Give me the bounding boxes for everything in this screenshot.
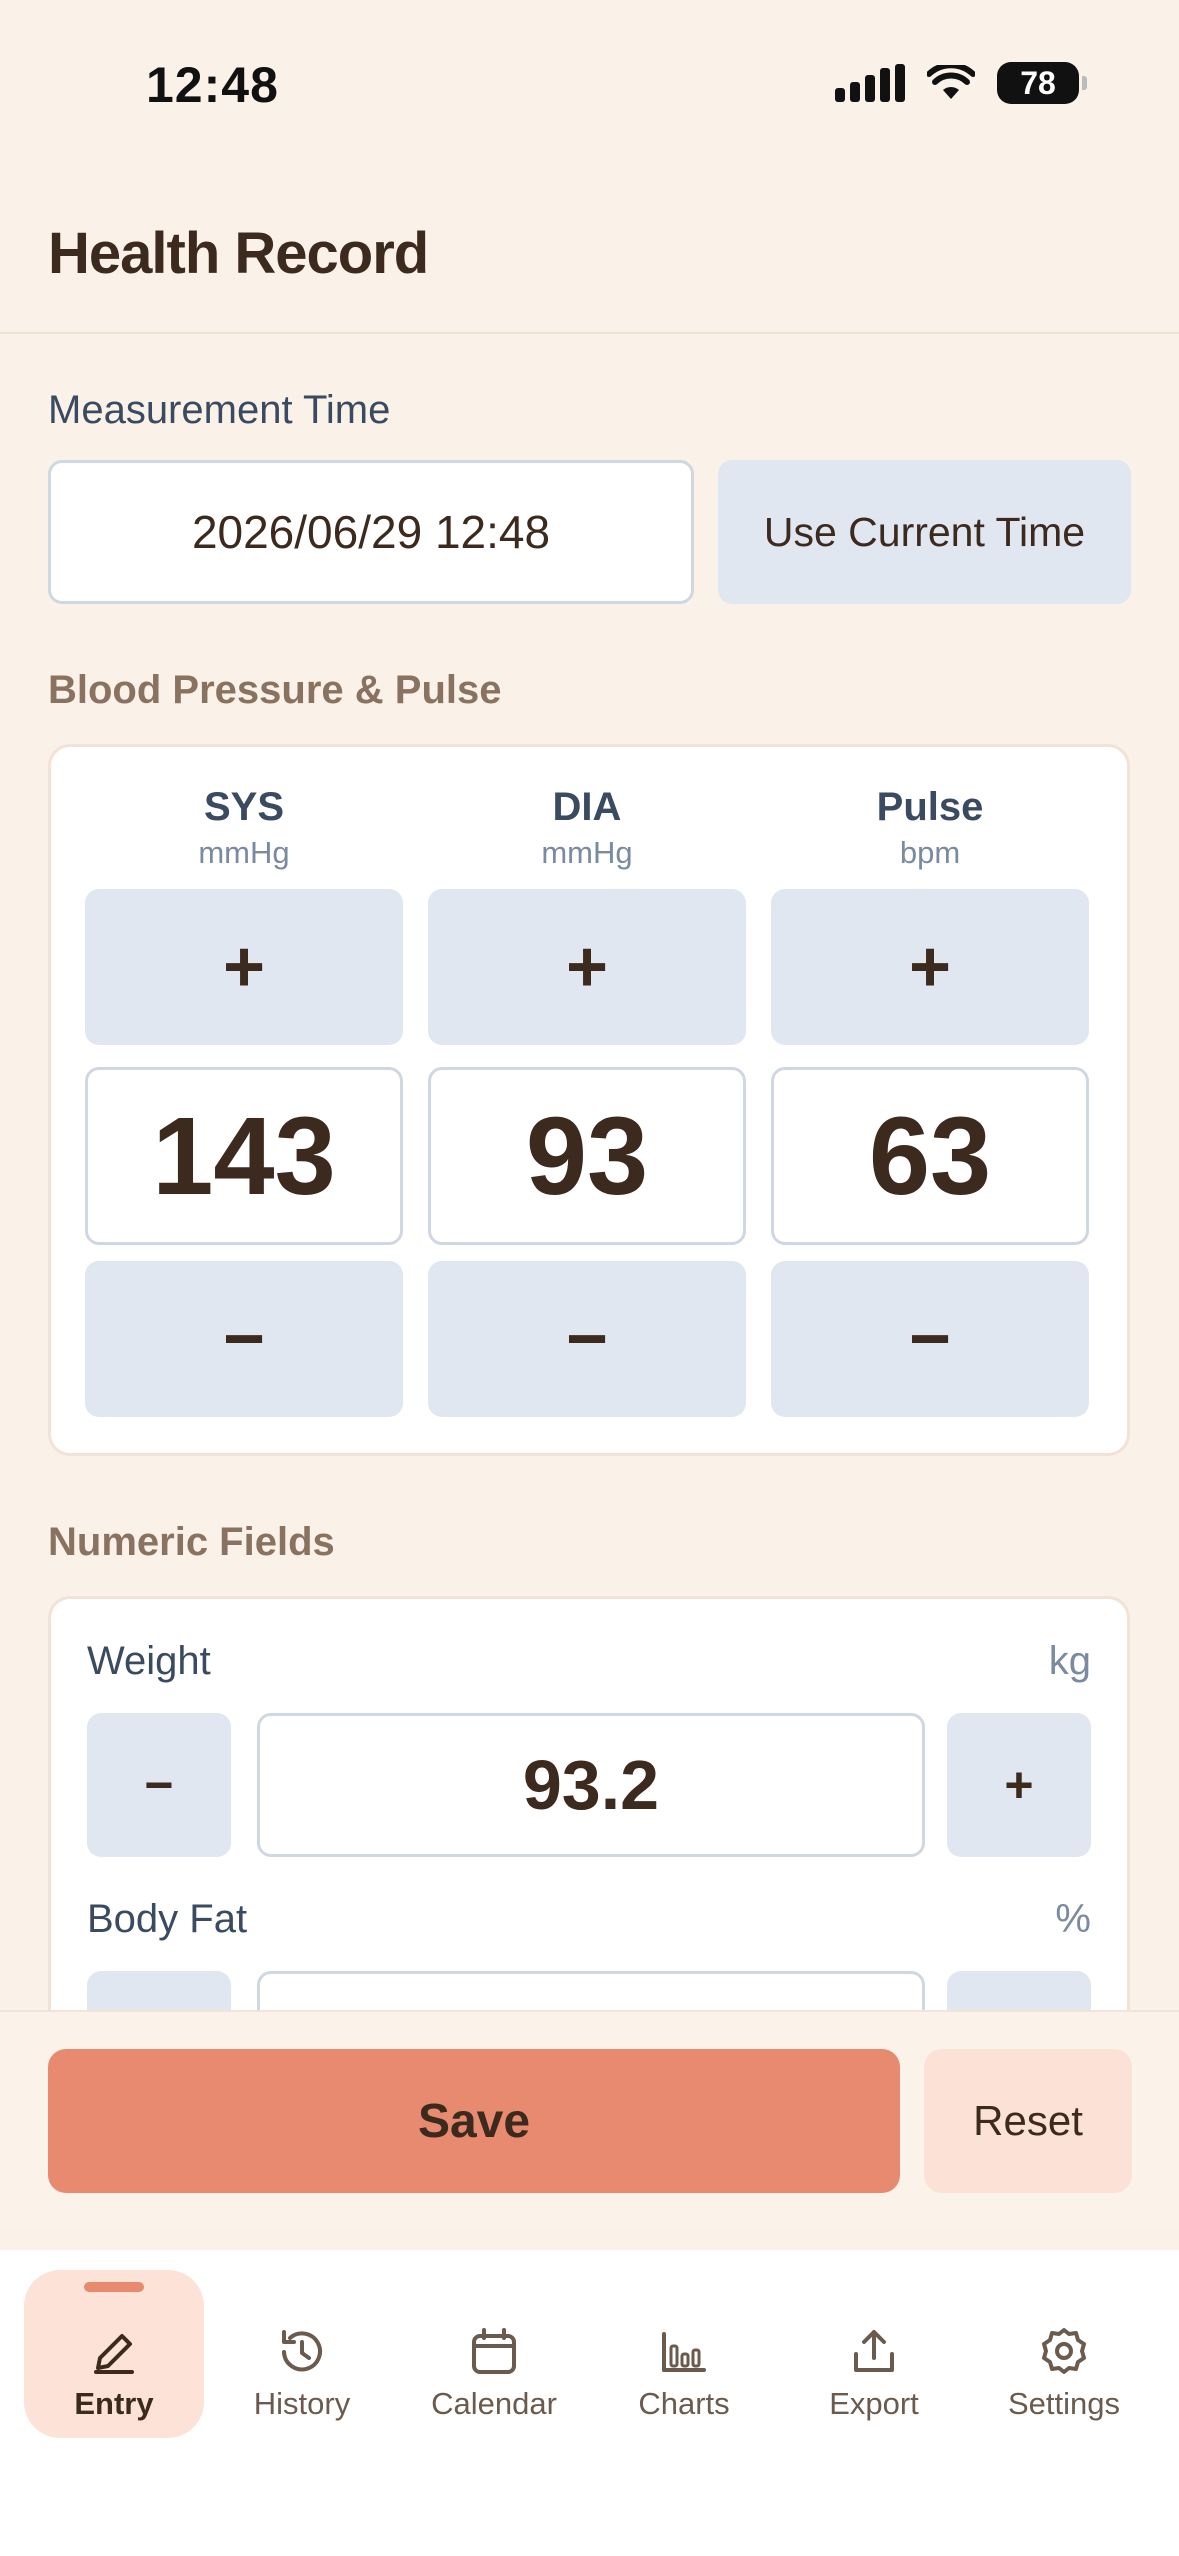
tab-calendar[interactable]: Calendar <box>404 2270 584 2438</box>
header: Health Record <box>0 180 1179 334</box>
pulse-label: Pulse <box>876 785 984 829</box>
gear-icon <box>1042 2328 1086 2374</box>
wifi-icon <box>927 65 975 99</box>
tab-charts-label: Charts <box>638 2386 730 2421</box>
page-title: Health Record <box>48 221 429 286</box>
tab-calendar-label: Calendar <box>431 2386 557 2421</box>
weight-decrement-button[interactable]: − <box>87 1713 231 1857</box>
save-button[interactable]: Save <box>48 2049 900 2193</box>
status-icons: 78 <box>835 62 1087 104</box>
tab-settings[interactable]: Settings <box>974 2270 1154 2438</box>
pencil-icon <box>94 2334 134 2374</box>
tab-entry-label: Entry <box>74 2386 154 2421</box>
tab-entry[interactable]: Entry <box>24 2270 204 2438</box>
body-fat-label: Body Fat <box>87 1897 248 1941</box>
weight-label: Weight <box>87 1639 211 1683</box>
blood-pressure-section-label: Blood Pressure & Pulse <box>48 668 502 712</box>
sys-value-input[interactable]: 143 <box>85 1067 403 1245</box>
dia-decrement-button[interactable]: − <box>428 1261 746 1417</box>
dia-increment-button[interactable]: + <box>428 889 746 1045</box>
calendar-icon <box>472 2328 516 2374</box>
pulse-decrement-button[interactable]: − <box>771 1261 1089 1417</box>
signal-icon <box>835 64 905 102</box>
tab-history-label: History <box>253 2386 351 2421</box>
tab-history[interactable]: History <box>212 2270 392 2438</box>
sys-unit: mmHg <box>198 835 290 870</box>
pulse-unit: bpm <box>899 835 961 870</box>
battery-icon: 78 <box>997 62 1087 104</box>
status-time: 12:48 <box>146 57 279 113</box>
status-bar: 12:48 78 <box>0 0 1179 180</box>
pulse-increment-button[interactable]: + <box>771 889 1089 1045</box>
numeric-fields-section-label: Numeric Fields <box>48 1520 335 1564</box>
pulse-value-input[interactable]: 63 <box>771 1067 1089 1245</box>
sys-decrement-button[interactable]: − <box>85 1261 403 1417</box>
chart-icon <box>662 2332 706 2372</box>
tab-export[interactable]: Export <box>784 2270 964 2438</box>
tab-charts[interactable]: Charts <box>594 2270 774 2438</box>
sys-label: SYS <box>203 785 285 829</box>
blood-pressure-card: SYS mmHg + 143 − DIA mmHg + 93 − Pulse b… <box>48 744 1130 1456</box>
sys-increment-button[interactable]: + <box>85 889 403 1045</box>
dia-unit: mmHg <box>541 835 633 870</box>
active-tab-indicator <box>84 2282 144 2292</box>
weight-unit: kg <box>1048 1639 1091 1683</box>
measurement-time-input[interactable]: 2026/06/29 12:48 <box>48 460 694 604</box>
tab-export-label: Export <box>829 2386 919 2421</box>
history-icon <box>282 2330 322 2372</box>
measurement-time-label: Measurement Time <box>48 388 391 432</box>
dia-value-input[interactable]: 93 <box>428 1067 746 1245</box>
weight-input[interactable]: 93.2 <box>257 1713 925 1857</box>
reset-button[interactable]: Reset <box>924 2049 1132 2193</box>
action-bar: Save Reset <box>0 2010 1179 2228</box>
use-current-time-button[interactable]: Use Current Time <box>718 460 1131 604</box>
app-screen: 12:48 78 Health Record Measurement Time … <box>0 0 1179 2556</box>
weight-increment-button[interactable]: + <box>947 1713 1091 1857</box>
dia-label: DIA <box>552 785 622 829</box>
tab-bar: Entry History Calendar Charts Export Set… <box>0 2250 1179 2556</box>
tab-settings-label: Settings <box>1007 2386 1120 2421</box>
body-fat-unit: % <box>1055 1897 1091 1941</box>
export-icon <box>854 2330 894 2372</box>
